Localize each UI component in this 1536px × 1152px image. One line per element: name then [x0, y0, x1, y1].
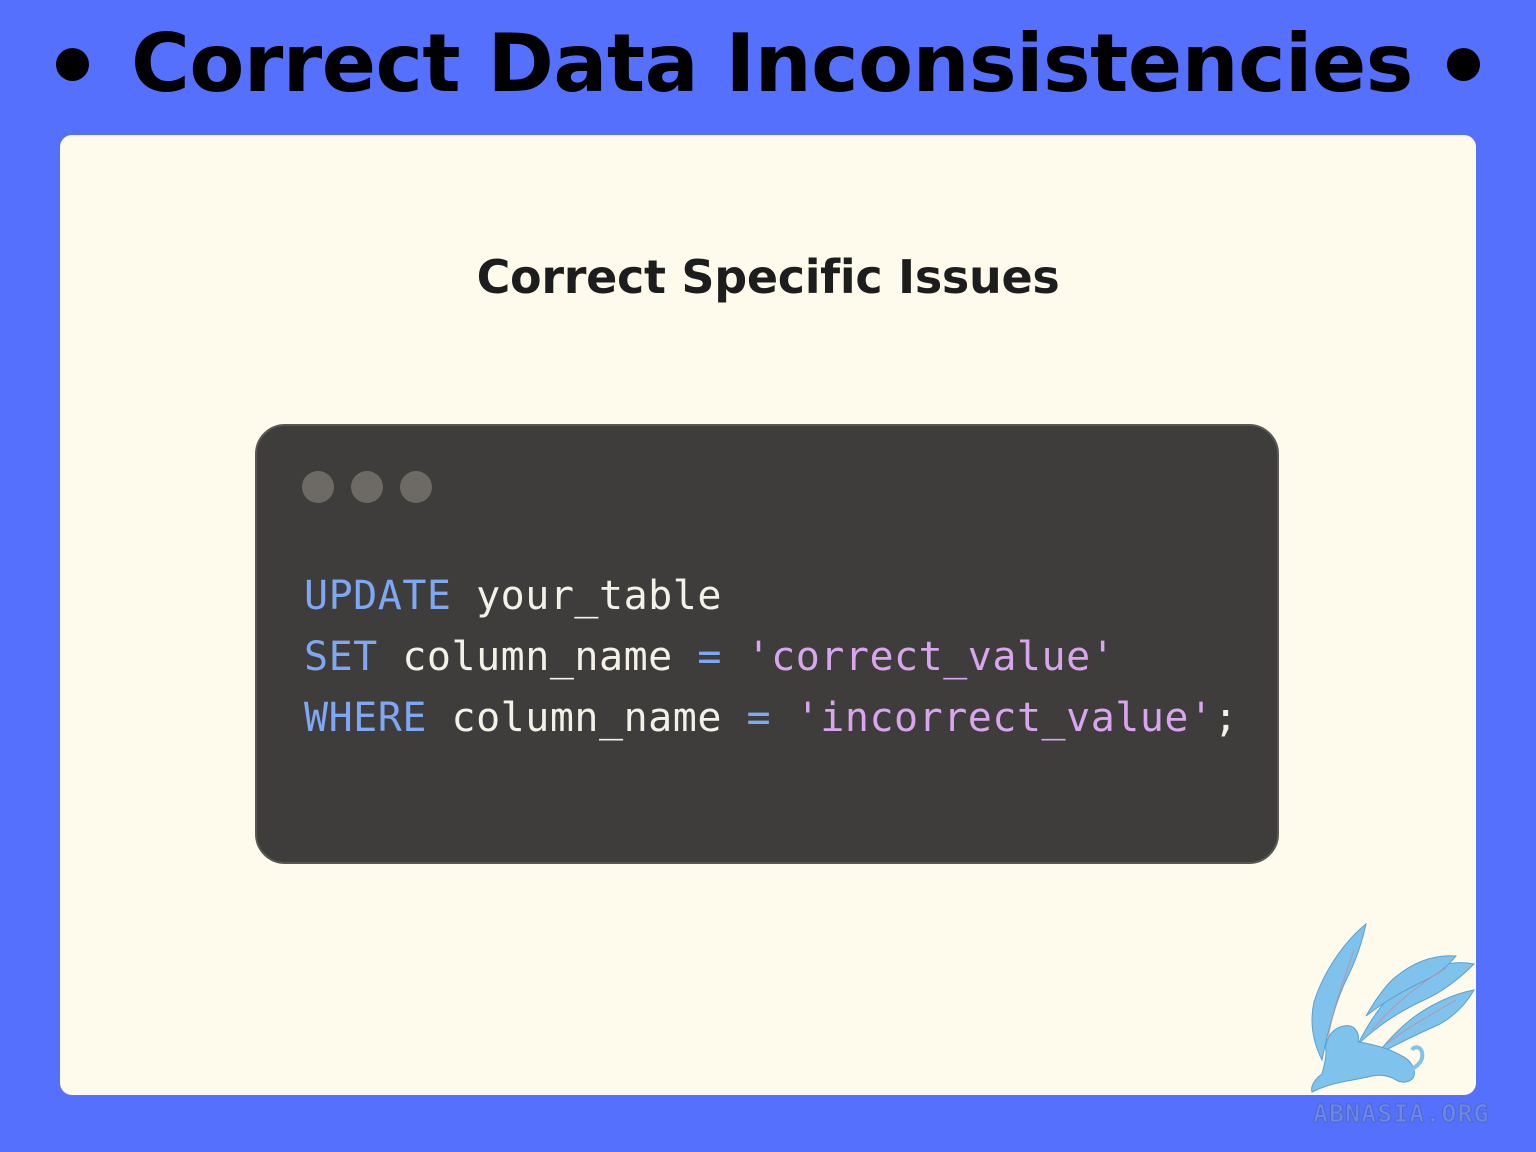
code-column-name: column_name — [402, 634, 673, 680]
code-terminator: ; — [1213, 695, 1239, 741]
code-window: UPDATE your_table SET column_name = 'corr… — [255, 424, 1279, 864]
code-keyword: WHERE — [304, 695, 427, 741]
code-block: UPDATE your_table SET column_name = 'corr… — [304, 566, 1238, 749]
watermark-text: ABNASIA.ORG — [1313, 1099, 1490, 1129]
card-heading: Correct Specific Issues — [476, 250, 1060, 304]
window-dot-icon — [400, 471, 432, 503]
code-string-value: 'incorrect_value' — [795, 695, 1214, 741]
bullet-left-icon — [56, 47, 90, 81]
code-operator: = — [746, 695, 772, 741]
code-table-name: your_table — [476, 573, 722, 619]
code-keyword: SET — [304, 634, 378, 680]
griffin-logo-icon — [1311, 922, 1476, 1093]
page-title: Correct Data Inconsistencies — [131, 17, 1413, 110]
window-dot-icon — [351, 471, 383, 503]
window-controls — [302, 471, 432, 503]
code-line: SET column_name = 'correct_value' — [304, 627, 1238, 688]
code-operator: = — [697, 634, 722, 680]
code-keyword: UPDATE — [304, 573, 452, 619]
code-line: WHERE column_name = 'incorrect_value'; — [304, 688, 1238, 749]
code-column-name: column_name — [451, 695, 722, 741]
title-bar: Correct Data Inconsistencies — [0, 8, 1536, 120]
code-line: UPDATE your_table — [304, 566, 1238, 627]
window-dot-icon — [302, 471, 334, 503]
bullet-right-icon — [1446, 47, 1480, 81]
code-string-value: 'correct_value' — [746, 634, 1116, 680]
